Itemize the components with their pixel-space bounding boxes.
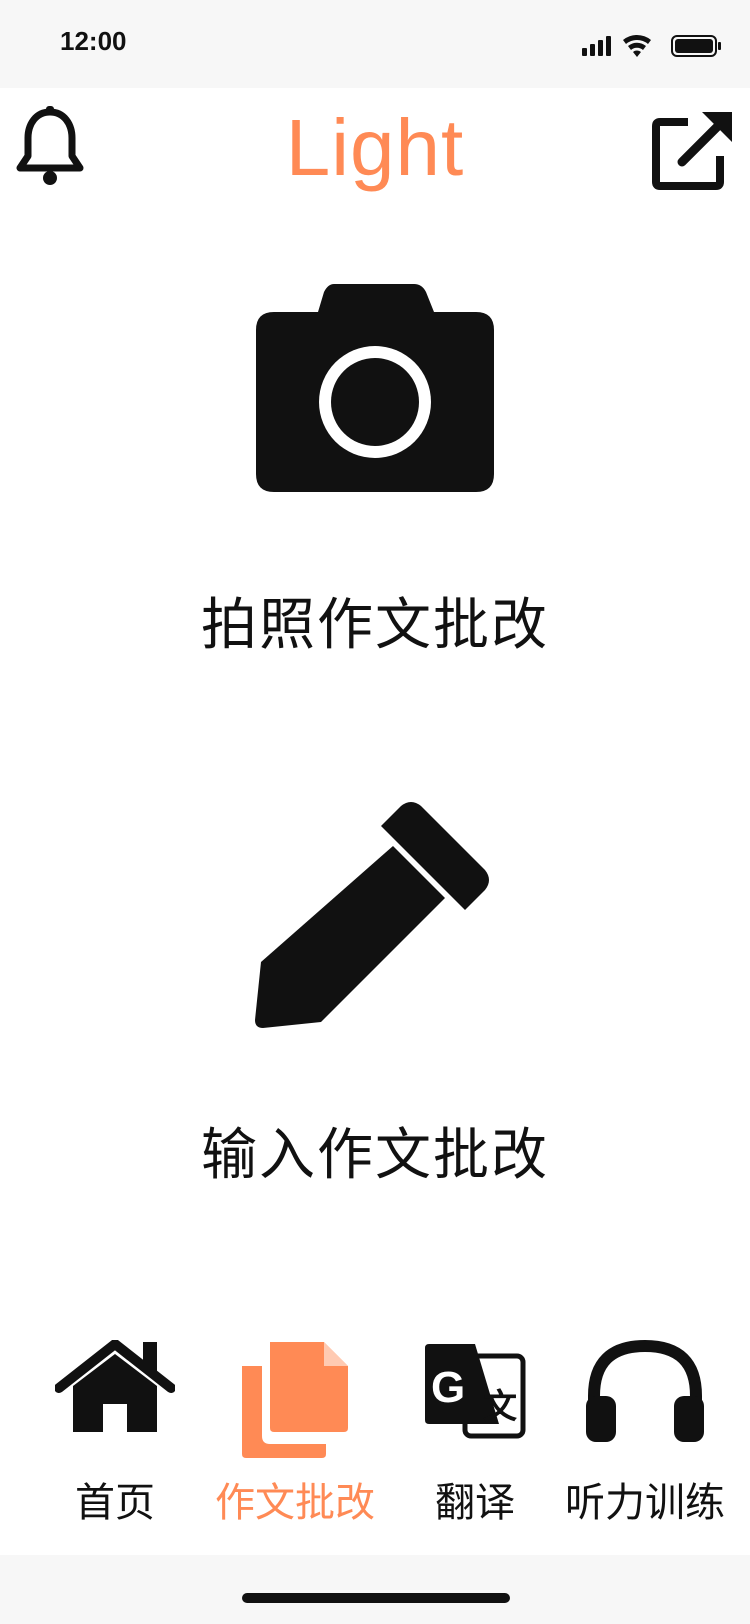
status-icons xyxy=(582,34,721,57)
tab-essay-correction-label: 作文批改 xyxy=(215,1480,375,1526)
input-essay-label: 输入作文批改 xyxy=(201,1123,549,1188)
translate-icon: G 文 xyxy=(425,1344,526,1439)
photo-essay-action[interactable]: 拍照作文批改 xyxy=(0,280,750,660)
cellular-signal-icon xyxy=(582,36,611,56)
svg-text:G: G xyxy=(431,1363,465,1412)
bottom-safe-area xyxy=(0,1555,750,1624)
headphones-icon xyxy=(586,1340,704,1442)
svg-text:文: 文 xyxy=(483,1387,517,1427)
battery-icon xyxy=(671,35,721,57)
input-essay-action[interactable]: 输入作文批改 xyxy=(0,800,750,1200)
pencil-icon[interactable] xyxy=(253,800,497,1044)
tab-bar: 首页 作文批改 G 文 翻译 听力训练 xyxy=(0,1340,750,1526)
header: Light xyxy=(0,88,750,208)
tab-essay-correction[interactable]: 作文批改 xyxy=(215,1340,375,1526)
status-time: 12:00 xyxy=(60,26,127,56)
home-icon xyxy=(55,1340,175,1432)
status-bar: 12:00 xyxy=(0,0,750,88)
tab-translate[interactable]: G 文 翻译 xyxy=(400,1340,550,1526)
tab-home-label: 首页 xyxy=(75,1480,155,1526)
share-icon[interactable] xyxy=(652,108,734,190)
tab-listening-training[interactable]: 听力训练 xyxy=(560,1340,730,1526)
wifi-icon xyxy=(623,34,651,57)
camera-icon[interactable] xyxy=(254,280,496,494)
home-indicator[interactable] xyxy=(242,1593,510,1603)
app-title: Light xyxy=(285,103,465,192)
tab-home[interactable]: 首页 xyxy=(40,1340,190,1526)
documents-icon xyxy=(242,1342,348,1458)
tab-listening-training-label: 听力训练 xyxy=(565,1480,725,1526)
photo-essay-label: 拍照作文批改 xyxy=(201,593,549,658)
